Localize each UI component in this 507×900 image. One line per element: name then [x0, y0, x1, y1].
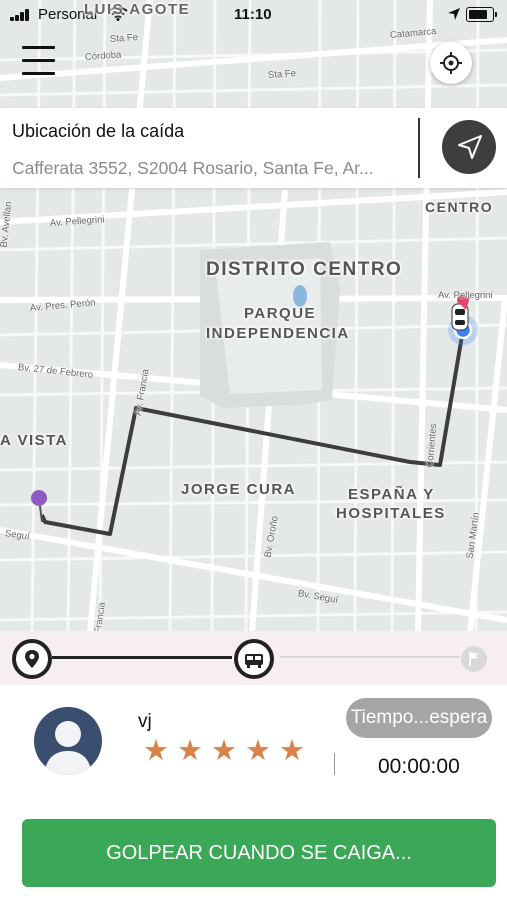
- star-icon: ★: [177, 735, 211, 767]
- progress-line-remaining: [280, 656, 460, 658]
- star-icon: ★: [279, 735, 313, 767]
- area-label-independencia: INDEPENDENCIA: [206, 325, 350, 342]
- hamburger-icon: [22, 46, 55, 49]
- recenter-button[interactable]: [430, 42, 472, 84]
- dropoff-step: [461, 646, 487, 672]
- user-silhouette-icon: [44, 721, 92, 775]
- star-icon: ★: [211, 735, 245, 767]
- wait-timer: 00:00:00: [378, 755, 460, 778]
- pickup-step: [12, 639, 52, 679]
- area-label-hospitales: HOSPITALES: [336, 505, 446, 522]
- navigate-button[interactable]: [442, 120, 496, 174]
- driver-avatar[interactable]: [34, 707, 102, 775]
- menu-button[interactable]: [22, 44, 56, 78]
- area-label-centro: CENTRO: [425, 199, 494, 215]
- street-label: Av. Pellegrini: [438, 290, 493, 301]
- wait-time-button[interactable]: Tiempo...espera: [346, 698, 492, 738]
- trip-progress: [0, 631, 507, 685]
- map-area-label: LUIS AGOTE: [84, 1, 191, 18]
- panel-divider: [334, 753, 335, 775]
- signal-strength-icon: [10, 9, 34, 21]
- location-pin-icon: [25, 650, 39, 668]
- drop-off-action-button[interactable]: GOLPEAR CUANDO SE CAIGA...: [22, 819, 496, 887]
- battery-icon: [466, 7, 497, 22]
- area-label-vista: A VISTA: [0, 432, 69, 449]
- status-time: 11:10: [234, 6, 272, 23]
- area-label-distrito-centro: DISTRITO CENTRO: [206, 259, 403, 280]
- car-icon: [245, 654, 263, 668]
- street-label: Sta Fe: [109, 32, 139, 45]
- driver-rating: ★★★★★: [143, 733, 313, 768]
- area-label-jorge-cura: JORGE CURA: [181, 481, 297, 498]
- navigation-arrow-icon: [458, 135, 482, 159]
- street-label: Sta Fe: [267, 68, 297, 81]
- flag-icon: [469, 652, 479, 666]
- destination-title: Ubicación de la caída: [12, 121, 185, 141]
- destination-address[interactable]: Cafferata 3552, S2004 Rosario, Santa Fe,…: [12, 158, 402, 179]
- star-icon: ★: [143, 735, 177, 767]
- progress-line-completed: [52, 656, 232, 659]
- area-label-parque: PARQUE: [244, 305, 317, 322]
- star-icon: ★: [245, 735, 279, 767]
- map-view[interactable]: Personal 11:10 LUIS AGOTE Sta Fe Sta Fe …: [0, 0, 507, 632]
- driver-name: vj: [138, 711, 152, 732]
- area-label-espana: ESPAÑA Y: [348, 486, 435, 503]
- destination-card[interactable]: Ubicación de la caída Cafferata 3552, S2…: [0, 108, 507, 188]
- destination-divider: [418, 118, 420, 178]
- location-services-icon: [448, 8, 460, 20]
- crosshair-icon: [440, 52, 462, 74]
- vehicle-step: [234, 639, 274, 679]
